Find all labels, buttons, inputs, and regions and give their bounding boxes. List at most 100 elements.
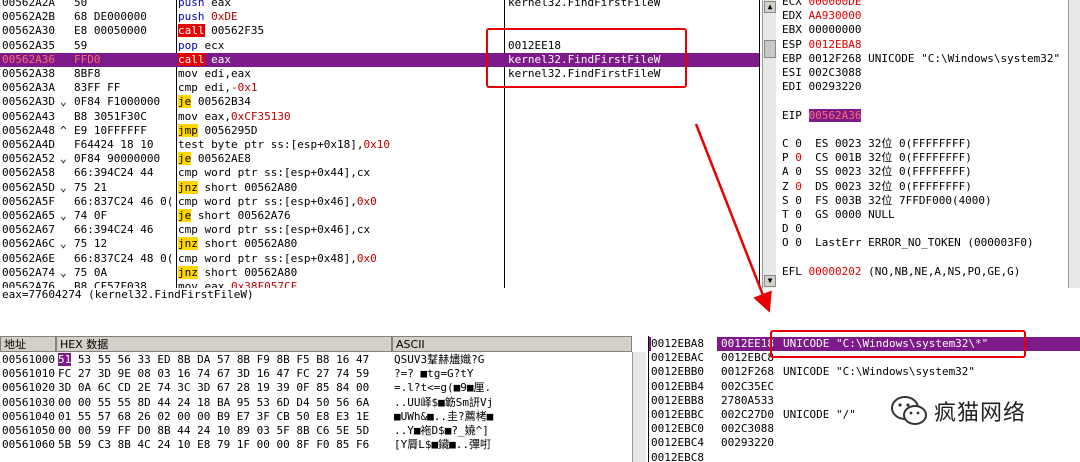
register-line[interactable]: S 0 FS 003B 32位 7FFDF000(4000) [782, 194, 992, 208]
disassembly-row[interactable]: 00562A6C ⌄ 75 12 jnz short 00562A80 [0, 237, 759, 251]
dump-hex-bytes: 00 00 55 55 8D 44 24 18 BA 95 53 6D D4 5… [58, 395, 370, 409]
disassembly-row[interactable]: 00562A4D F64424 18 10 test byte ptr ss:[es… [0, 138, 759, 152]
register-line[interactable]: D 0 [782, 222, 802, 236]
disassembly-row[interactable]: 00562A65 ⌄ 74 0F je short 00562A76 [0, 209, 759, 223]
registers-scrollbar[interactable] [1068, 0, 1080, 288]
dump-header-address[interactable]: 地址 [0, 336, 56, 352]
register-text: ESP [782, 37, 809, 51]
dump-header-ascii[interactable]: ASCII [392, 336, 632, 352]
operands: word ptr ss:[esp+0x44],cx [197, 166, 371, 180]
disassembly-row[interactable]: 00562A2A 50 push eax kernel32.FindFirstFile… [0, 0, 759, 10]
jump-indicator-icon: ⌄ [60, 237, 67, 251]
scrollbar-thumb[interactable] [764, 40, 776, 58]
stack-row[interactable]: 0012EBB0 0012F268 UNICODE "C:\Windows\syst… [649, 365, 1080, 379]
dump-selected-byte[interactable]: 51 [58, 353, 72, 366]
memory-dump-pane[interactable]: 地址 HEX 数据 ASCII 00561000 51 53 55 56 33 E… [0, 336, 646, 462]
register-line[interactable]: ESP 0012EBA8 [782, 38, 861, 52]
jump-indicator-icon: ^ [60, 123, 67, 137]
operand-constant: 0x0 [356, 194, 377, 208]
stack-row[interactable]: 0012EBC4 00293220 [649, 436, 1080, 450]
register-text: EDX [782, 9, 809, 23]
stack-row[interactable]: 0012EBC8 [649, 451, 1080, 462]
registers-pane[interactable]: ECX 000000DE EDX AA930000 EBX 00000000 ESP … [778, 0, 1080, 288]
dump-hex-bytes: 5B 59 C3 8B 4C 24 10 E8 79 1F 00 00 8F F… [58, 438, 370, 452]
instruction-bytes: 83FF FF [74, 81, 121, 95]
operands: short 00562A80 [197, 237, 298, 251]
register-line[interactable]: EIP 00562A36 [782, 108, 862, 123]
disassembly-row[interactable]: 00562A52 ⌄ 0F84 90000000 je 00562AE8 [0, 152, 759, 166]
register-text: T 0 GS 0000 NULL [782, 208, 895, 221]
register-line[interactable]: P 0 CS 001B 32位 0(FFFFFFFF) [782, 151, 972, 165]
instruction-bytes: 66:837C24 48 0( [74, 251, 174, 265]
stack-address: 0012EBB0 [651, 365, 704, 379]
instruction-address: 00562A2B [2, 10, 55, 24]
instruction-bytes: 59 [74, 38, 88, 52]
mnemonic: cmp [178, 81, 198, 95]
scroll-down-arrow-icon[interactable]: ▼ [764, 275, 776, 287]
instruction-address: 00562A65 [2, 209, 55, 222]
disassembly-row[interactable]: 00562A67 66:394C24 46 cmp word ptr ss:[esp… [0, 223, 759, 237]
disassembly-row[interactable]: 00562A5F 66:837C24 46 0(cmp word ptr ss:[… [0, 194, 759, 209]
stack-address: 0012EBB4 [651, 379, 704, 393]
cpu-scrollbar[interactable]: ▲ ▼ [762, 0, 776, 288]
dump-scrollbar[interactable] [632, 352, 646, 462]
register-line[interactable]: EBP 0012F268 UNICODE "C:\Windows\system3… [782, 52, 1060, 66]
dump-hex-bytes: 51 53 55 56 33 ED 8B DA 57 8B F9 8B F5 B… [58, 353, 390, 367]
disassembly-row[interactable]: 00562A3D ⌄ 0F84 F1000000 je 00562B34 [0, 95, 759, 109]
register-text: EFL [782, 264, 809, 278]
stack-value: 002C27D0 [721, 408, 774, 421]
register-line[interactable]: O 0 LastErr ERROR_NO_TOKEN (000003F0) [782, 236, 1034, 250]
register-line[interactable]: EBX 00000000 [782, 23, 861, 37]
dump-ascii: ?=? ■tg=G?tY [394, 367, 474, 381]
register-line[interactable]: ESI 002C3088 [782, 66, 861, 80]
instruction-text: call 00562F35 [178, 24, 478, 38]
mnemonic: je [178, 95, 192, 109]
operands: byte ptr ss:[esp+0x18], [204, 138, 364, 151]
mnemonic: cmp [178, 194, 198, 208]
disassembly-row[interactable]: 00562A48 ^ E9 10FFFFFF jmp 0056295D [0, 123, 759, 138]
dump-hex-bytes: FC 27 3D 9E 08 03 16 74 67 3D 16 47 FC 2… [58, 367, 370, 381]
disassembly-row[interactable]: 00562A5D ⌄ 75 21 jnz short 00562A80 [0, 180, 759, 195]
stack-row[interactable]: 0012EBB4 002C35EC [649, 380, 1080, 394]
mnemonic: cmp [178, 166, 198, 180]
operands: ecx [197, 38, 225, 52]
instruction-address: 00562A6C [2, 237, 55, 251]
register-line[interactable]: EDX AA930000 [782, 9, 861, 23]
instruction-address: 00562A43 [2, 109, 55, 123]
stack-value: 00293220 [721, 436, 774, 450]
mnemonic: cmp [178, 223, 198, 237]
register-line[interactable]: ECX 000000DE [782, 0, 861, 9]
instruction-address: 00562A5D [2, 180, 55, 194]
disassembly-row[interactable]: 00562A58 66:394C24 44 cmp word ptr ss:[esp… [0, 166, 759, 180]
register-line[interactable]: EDI 00293220 [782, 80, 861, 94]
register-line[interactable]: EFL 00000202 (NO,NB,NE,A,NS,PO,GE,G) [782, 265, 1020, 279]
disassembly-row[interactable]: 00562A2B 68 DE000000 push 0xDE [0, 10, 759, 24]
disassembly-row[interactable]: 00562A74 ⌄ 75 0A jnz short 00562A80 [0, 265, 759, 280]
instruction-text: call eax [178, 52, 478, 67]
register-line[interactable]: C 0 ES 0023 32位 0(FFFFFFFF) [782, 137, 972, 151]
stack-address: 0012EBC4 [651, 436, 704, 450]
register-text: 0012EBA8 [808, 37, 862, 51]
dump-address: 00561040 [2, 409, 55, 423]
operand-constant: 0x0 [356, 251, 377, 265]
operands: word ptr ss:[esp+0x46],cx [197, 223, 371, 237]
dump-ascii: ..Y■袘D$■?_嬈^] [394, 424, 489, 437]
operand-constant: 0x10 [363, 138, 390, 151]
disassembly-row[interactable]: 00562A43 B8 3051F30C mov eax,0xCF35130 [0, 109, 759, 124]
register-line[interactable]: T 0 GS 0000 NULL [782, 208, 895, 222]
instruction-bytes: 75 12 [74, 237, 108, 251]
dump-header-hex[interactable]: HEX 数据 [56, 336, 392, 352]
disassembly-row[interactable]: 00562A76 B8 CF57F038 mov eax,0x38F057CF [0, 280, 759, 288]
register-text: P [782, 151, 796, 165]
mnemonic: jnz [178, 265, 198, 279]
register-line[interactable]: Z 0 DS 0023 32位 0(FFFFFFFF) [782, 180, 972, 194]
dump-address: 00561000 [2, 353, 55, 366]
register-line[interactable]: A 0 SS 0023 32位 0(FFFFFFFF) [782, 165, 972, 179]
disassembly-row[interactable]: 00562A6E 66:837C24 48 0(cmp word ptr ss:[… [0, 251, 759, 266]
watermark: 疯猫网络 [890, 394, 1026, 428]
dump-address: 00561020 [2, 381, 55, 395]
stack-address: 0012EBAC [651, 351, 704, 365]
mnemonic: call [178, 52, 205, 66]
scroll-up-arrow-icon[interactable]: ▲ [764, 1, 776, 13]
instruction-bytes: FFD0 [74, 52, 101, 66]
